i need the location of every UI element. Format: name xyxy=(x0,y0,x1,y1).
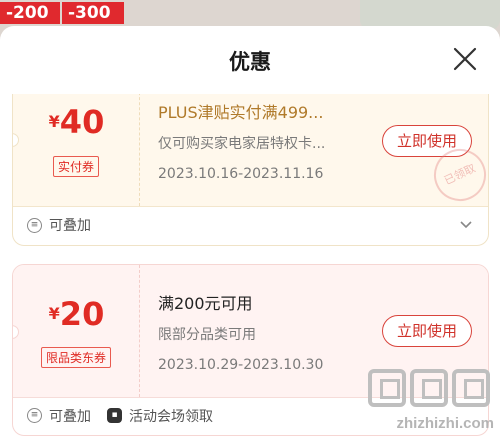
coupon-ticket: ¥40 实付券 PLUS津贴实付满499... 仅可购买家电家居特权卡... 2… xyxy=(13,94,488,210)
coupon-amount-area: ¥20 限品类东券 xyxy=(13,265,140,397)
footer-label: 活动会场领取 xyxy=(129,408,213,425)
coupon-description: 仅可购买家电家居特权卡... xyxy=(158,136,326,152)
coupon-validity-date: 2023.10.16-2023.11.16 xyxy=(158,166,324,182)
footer-label: 可叠加 xyxy=(49,408,91,425)
watermark-text: zhizhizhi.com xyxy=(396,415,495,432)
sheet-header: 优惠 xyxy=(0,26,500,94)
coupon-title: 满200元可用 xyxy=(158,294,253,313)
stack-icon: ≡ xyxy=(27,217,42,233)
watermark-logo xyxy=(368,369,490,407)
footer-item-venue: ▪ 活动会场领取 xyxy=(107,406,213,426)
amount-value: 20 xyxy=(59,295,105,333)
use-now-button[interactable]: 立即使用 xyxy=(382,315,472,347)
footer-item-stackable: ≡ 可叠加 xyxy=(27,215,91,235)
amount-value: 40 xyxy=(59,103,105,141)
watermark-glyph xyxy=(452,369,490,407)
coupon-type-tag: 限品类东券 xyxy=(40,347,112,368)
coupon-type-tag: 实付券 xyxy=(52,156,100,177)
coupon-amount-area: ¥40 实付券 xyxy=(13,94,140,206)
coupon-description: 限部分品类可用 xyxy=(158,327,256,343)
watermark-glyph xyxy=(368,369,406,407)
coupon-title: PLUS津贴实付满499... xyxy=(158,103,324,122)
sheet-title: 优惠 xyxy=(229,50,271,74)
footer-item-stackable: ≡ 可叠加 xyxy=(27,406,91,426)
watermark-glyph xyxy=(410,369,448,407)
background-price-tag: -300 xyxy=(62,2,124,24)
coupon-card: ¥40 实付券 PLUS津贴实付满499... 仅可购买家电家居特权卡... 2… xyxy=(12,94,489,246)
close-icon xyxy=(453,47,477,71)
currency-symbol: ¥ xyxy=(48,112,60,131)
currency-symbol: ¥ xyxy=(48,304,60,323)
site-watermark: zhizhizhi.com xyxy=(350,367,500,437)
coupon-validity-date: 2023.10.29-2023.10.30 xyxy=(158,357,324,373)
footer-label: 可叠加 xyxy=(49,218,91,234)
coupon-amount: ¥40 xyxy=(13,103,140,141)
coupon-info: 满200元可用 限部分品类可用 2023.10.29-2023.10.30 xyxy=(158,290,378,373)
coupon-info: PLUS津贴实付满499... 仅可购买家电家居特权卡... 2023.10.1… xyxy=(158,99,368,182)
chevron-down-icon[interactable] xyxy=(458,217,474,233)
coupon-sheet: 优惠 ¥40 实付券 PLUS津贴实付满499... 仅可购买家电家居特权卡..… xyxy=(0,26,500,437)
close-button[interactable] xyxy=(452,46,478,72)
venue-icon: ▪ xyxy=(107,408,122,423)
stack-icon: ≡ xyxy=(27,408,42,423)
background-price-tag: -200 xyxy=(0,2,60,24)
coupon-amount: ¥20 xyxy=(13,295,140,333)
coupon-footer: ≡ 可叠加 xyxy=(13,205,488,245)
